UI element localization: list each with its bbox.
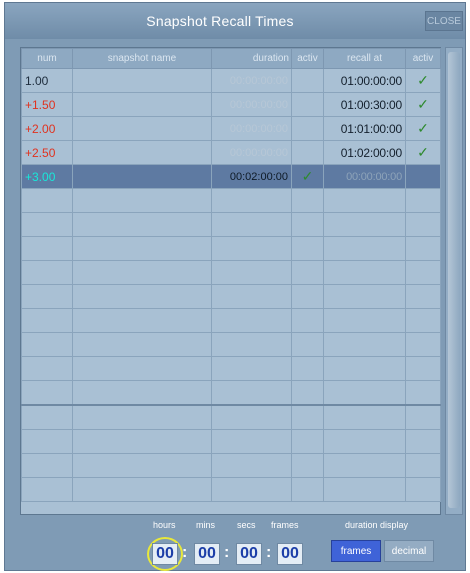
duration-active-cell[interactable] <box>291 116 324 141</box>
recall-at-cell[interactable]: 00:00:00:00 <box>323 164 406 189</box>
vertical-scrollbar[interactable] <box>445 47 463 515</box>
column-header-duration-active[interactable]: activ <box>291 48 324 69</box>
hours-label: hours <box>153 520 176 530</box>
frames-label: frames <box>271 520 299 530</box>
snapshot-name-cell[interactable] <box>72 164 212 189</box>
empty-row <box>21 284 441 309</box>
mins-label: mins <box>196 520 216 530</box>
title-bar: Snapshot Recall Times CLOSE <box>5 3 465 39</box>
scrollbar-thumb[interactable] <box>448 52 460 508</box>
snapshot-num-cell: +1.50 <box>21 92 73 117</box>
empty-row <box>21 380 441 406</box>
snapshot-recall-window: Snapshot Recall Times CLOSE num snapshot… <box>4 2 466 571</box>
recall-at-cell[interactable]: 01:00:30:00 <box>323 92 406 117</box>
column-header-num[interactable]: num <box>21 48 73 69</box>
window-title: Snapshot Recall Times <box>146 13 294 29</box>
recall-active-check-icon[interactable]: ✓ <box>405 68 441 93</box>
empty-row <box>21 356 441 381</box>
snapshot-num-cell: +2.50 <box>21 140 73 165</box>
recall-active-check-icon[interactable]: ✓ <box>405 92 441 117</box>
recall-at-cell[interactable]: 01:02:00:00 <box>323 140 406 165</box>
snapshot-name-cell[interactable] <box>72 92 212 117</box>
empty-row <box>21 477 441 502</box>
snapshot-num-cell: 1.00 <box>21 68 73 93</box>
empty-row <box>21 212 441 237</box>
empty-row <box>21 188 441 213</box>
duration-cell[interactable]: 00:00:00:00 <box>211 92 292 117</box>
snapshot-num-cell: +2.00 <box>21 116 73 141</box>
recall-at-cell[interactable]: 01:00:00:00 <box>323 68 406 93</box>
empty-row <box>21 260 441 285</box>
table-row[interactable]: 1.00 00:00:00:00 01:00:00:00 ✓ <box>21 68 441 93</box>
frames-field[interactable]: 00 <box>277 543 303 565</box>
snapshot-num-cell: +3.00 <box>21 164 73 189</box>
recall-active-cell[interactable] <box>405 164 441 189</box>
snapshot-name-cell[interactable] <box>72 68 212 93</box>
column-header-duration[interactable]: duration <box>211 48 292 69</box>
hours-field[interactable]: 00 <box>152 543 178 565</box>
close-button[interactable]: CLOSE <box>425 11 463 31</box>
duration-display-label: duration display <box>345 520 409 530</box>
timecode-separator: : <box>266 544 272 561</box>
decimal-toggle-button[interactable]: decimal <box>384 540 434 562</box>
snapshot-name-cell[interactable] <box>72 116 212 141</box>
table-row[interactable]: +2.00 00:00:00:00 01:01:00:00 ✓ <box>21 116 441 141</box>
column-header-snapshot-name[interactable]: snapshot name <box>72 48 212 69</box>
duration-active-cell[interactable] <box>291 92 324 117</box>
secs-label: secs <box>237 520 256 530</box>
secs-field[interactable]: 00 <box>236 543 262 565</box>
timecode-separator: : <box>182 544 188 561</box>
empty-row <box>21 429 441 454</box>
recall-active-check-icon[interactable]: ✓ <box>405 140 441 165</box>
recall-active-check-icon[interactable]: ✓ <box>405 116 441 141</box>
empty-row <box>21 332 441 357</box>
table-row[interactable]: +2.50 00:00:00:00 01:02:00:00 ✓ <box>21 140 441 165</box>
duration-active-cell[interactable] <box>291 140 324 165</box>
empty-row <box>21 308 441 333</box>
empty-row <box>21 453 441 478</box>
duration-active-cell[interactable] <box>291 68 324 93</box>
recall-at-cell[interactable]: 01:01:00:00 <box>323 116 406 141</box>
mins-field[interactable]: 00 <box>194 543 220 565</box>
column-header-recall-active[interactable]: activ <box>405 48 441 69</box>
column-header-recall-at[interactable]: recall at <box>323 48 406 69</box>
duration-active-check-icon[interactable]: ✓ <box>291 164 324 189</box>
timecode-panel: hours mins secs frames 00 : 00 : 00 : 00… <box>5 518 465 572</box>
empty-row <box>21 404 441 430</box>
table-row-selected[interactable]: +3.00 00:02:00:00 ✓ 00:00:00:00 <box>21 164 441 189</box>
empty-row <box>21 236 441 261</box>
snapshot-table: num snapshot name duration activ recall … <box>20 47 441 515</box>
duration-cell[interactable]: 00:00:00:00 <box>211 140 292 165</box>
snapshot-name-cell[interactable] <box>72 140 212 165</box>
timecode-separator: : <box>224 544 230 561</box>
duration-cell[interactable]: 00:00:00:00 <box>211 116 292 141</box>
frames-toggle-button[interactable]: frames <box>331 540 381 562</box>
duration-cell[interactable]: 00:02:00:00 <box>211 164 292 189</box>
table-row[interactable]: +1.50 00:00:00:00 01:00:30:00 ✓ <box>21 92 441 117</box>
duration-cell[interactable]: 00:00:00:00 <box>211 68 292 93</box>
